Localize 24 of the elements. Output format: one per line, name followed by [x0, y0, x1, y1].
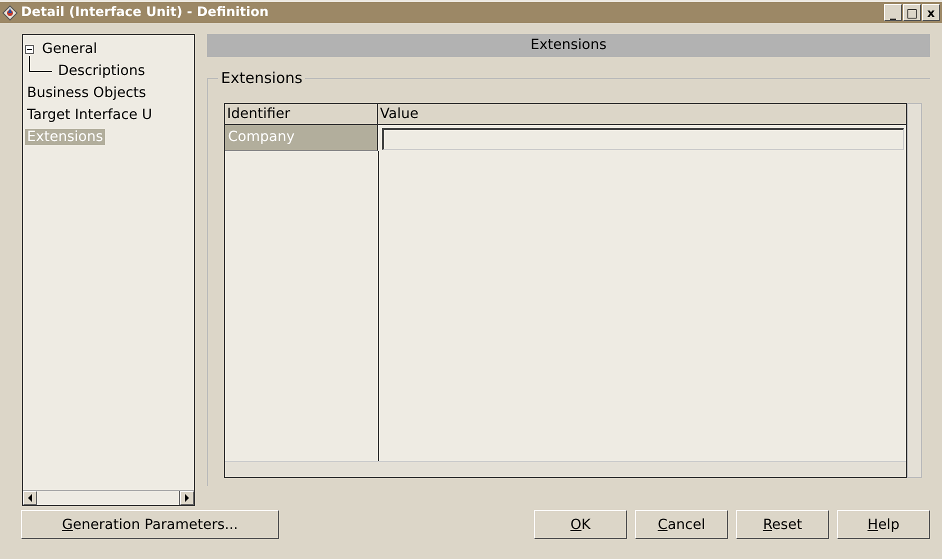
right-arrow-icon[interactable]: [184, 494, 190, 502]
minimize-button[interactable]: _: [884, 4, 902, 21]
horizontal-scrollbar[interactable]: [23, 490, 194, 505]
close-button[interactable]: x: [922, 4, 940, 21]
input-field[interactable]: [382, 128, 904, 150]
tree-item[interactable]: Target Interface U: [25, 107, 154, 123]
dialog-button[interactable]: OK: [534, 510, 627, 539]
collapse-toggle[interactable]: [25, 44, 34, 54]
left-arrow-icon[interactable]: [27, 494, 33, 502]
maximize-button[interactable]: □: [903, 4, 921, 21]
column-header[interactable]: Value: [378, 104, 906, 124]
column-header[interactable]: Identifier: [225, 104, 378, 124]
panel-header: Extensions: [207, 34, 930, 57]
dialog-button[interactable]: Reset: [736, 510, 829, 539]
tree-item[interactable]: Business Objects: [25, 85, 148, 101]
window-title: Detail (Interface Unit) - Definition: [21, 5, 270, 20]
tree-branch-line: [29, 56, 52, 72]
horizontal-scrollbar[interactable]: [225, 461, 906, 477]
generation-parameters-button[interactable]: Generation Parameters...: [21, 510, 279, 539]
vertical-scrollbar[interactable]: [907, 103, 922, 478]
tree-item[interactable]: Descriptions: [56, 63, 148, 79]
tree-item[interactable]: General: [40, 41, 100, 57]
dialog-button[interactable]: Cancel: [635, 510, 728, 539]
dialog-button[interactable]: Help: [837, 510, 930, 539]
